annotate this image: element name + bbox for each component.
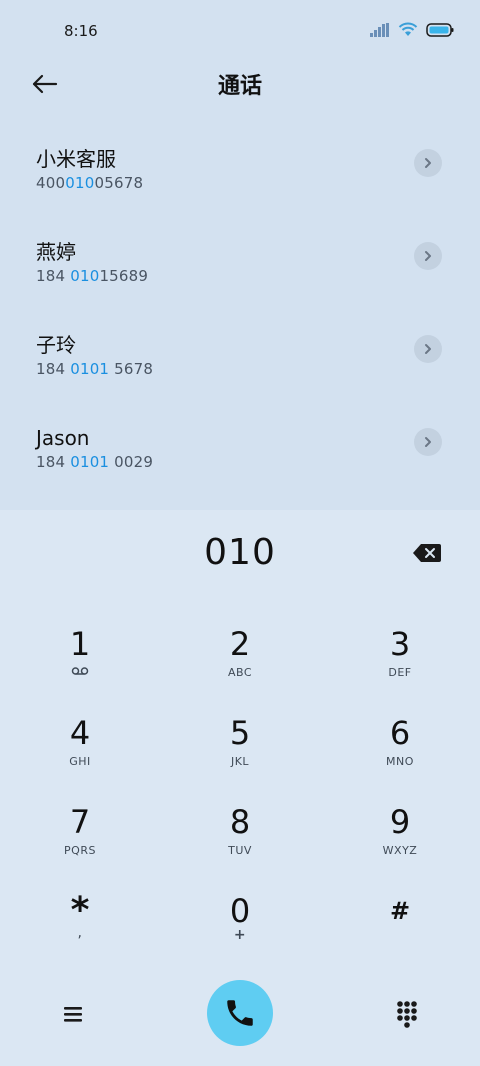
bottom-bar <box>0 978 480 1058</box>
key-7[interactable]: 7 PQRS <box>20 802 140 882</box>
dialpad-toggle-button[interactable] <box>396 1000 418 1028</box>
key-4[interactable]: 4 GHI <box>20 713 140 793</box>
contact-number: 40001005678 <box>36 174 144 192</box>
key-1[interactable]: 1 <box>20 624 140 704</box>
wifi-icon <box>398 22 418 36</box>
key-digit: 1 <box>69 625 91 663</box>
dialpad-grid-icon <box>397 1001 417 1028</box>
key-letters: TUV <box>228 844 252 857</box>
phone-icon <box>227 1000 253 1026</box>
contact-number: 184 0101 5678 <box>36 360 154 378</box>
key-letters: JKL <box>230 755 250 768</box>
contact-detail-button[interactable] <box>414 242 442 270</box>
key-digit: 4 <box>69 714 91 752</box>
key-digit: 3 <box>389 625 411 663</box>
key-6[interactable]: 6 MNO <box>340 713 460 793</box>
key-digit: 0 <box>229 892 251 930</box>
status-time: 8:16 <box>64 22 98 40</box>
key-0[interactable]: 0 + <box>180 891 300 971</box>
contact-item[interactable]: 小米客服 40001005678 <box>0 116 480 209</box>
header: 通话 <box>0 62 480 106</box>
key-letters: + <box>233 927 247 943</box>
chevron-right-icon <box>425 437 431 447</box>
key-letters: MNO <box>386 755 414 768</box>
dialpad-panel: 010 1 2 ABC 3 DEF 4 GHI 5 JKL 6 MNO 7 PQ… <box>0 510 480 1066</box>
key-digit: 5 <box>229 714 251 752</box>
menu-button[interactable] <box>60 1002 88 1026</box>
contact-detail-button[interactable] <box>414 149 442 177</box>
contact-detail-button[interactable] <box>414 335 442 363</box>
key-5[interactable]: 5 JKL <box>180 713 300 793</box>
page-title: 通话 <box>217 74 262 99</box>
key-letters: WXYZ <box>382 844 418 857</box>
voicemail-icon <box>20 666 140 679</box>
menu-icon <box>64 1007 82 1022</box>
contact-detail-button[interactable] <box>414 428 442 456</box>
backspace-button[interactable] <box>412 542 442 564</box>
chevron-right-icon <box>425 344 431 354</box>
key-letters: , <box>77 925 83 941</box>
contact-item[interactable]: 子玲 184 0101 5678 <box>0 302 480 395</box>
key-digit: 6 <box>389 714 411 752</box>
key-letters: PQRS <box>64 844 96 857</box>
key-2[interactable]: 2 ABC <box>180 624 300 704</box>
key-star[interactable]: * , <box>20 891 140 971</box>
contact-number: 184 0101 0029 <box>36 453 154 471</box>
contact-list: 小米客服 40001005678 燕婷 184 01015689 子玲 184 … <box>0 116 480 488</box>
key-digit: 8 <box>229 803 251 841</box>
battery-icon <box>426 22 454 37</box>
key-9[interactable]: 9 WXYZ <box>340 802 460 882</box>
key-8[interactable]: 8 TUV <box>180 802 300 882</box>
key-3[interactable]: 3 DEF <box>340 624 460 704</box>
chevron-right-icon <box>425 251 431 261</box>
key-digit: # <box>389 897 411 925</box>
key-digit: 2 <box>229 625 251 663</box>
contact-item[interactable]: 燕婷 184 01015689 <box>0 209 480 302</box>
call-button[interactable] <box>207 980 273 1046</box>
key-letters: DEF <box>388 666 412 679</box>
signal-icon <box>370 22 389 37</box>
contact-number: 184 01015689 <box>36 267 149 285</box>
dialed-number[interactable]: 010 <box>0 532 480 573</box>
backspace-icon <box>413 544 441 562</box>
key-digit: 7 <box>69 803 91 841</box>
key-digit: 9 <box>389 803 411 841</box>
key-letters: GHI <box>69 755 91 768</box>
key-hash[interactable]: # <box>340 891 460 971</box>
status-bar: 8:16 <box>0 0 480 62</box>
contact-item[interactable]: Jason 184 0101 0029 <box>0 395 480 488</box>
status-icons <box>370 22 454 37</box>
chevron-right-icon <box>425 158 431 168</box>
key-letters: ABC <box>227 666 253 679</box>
